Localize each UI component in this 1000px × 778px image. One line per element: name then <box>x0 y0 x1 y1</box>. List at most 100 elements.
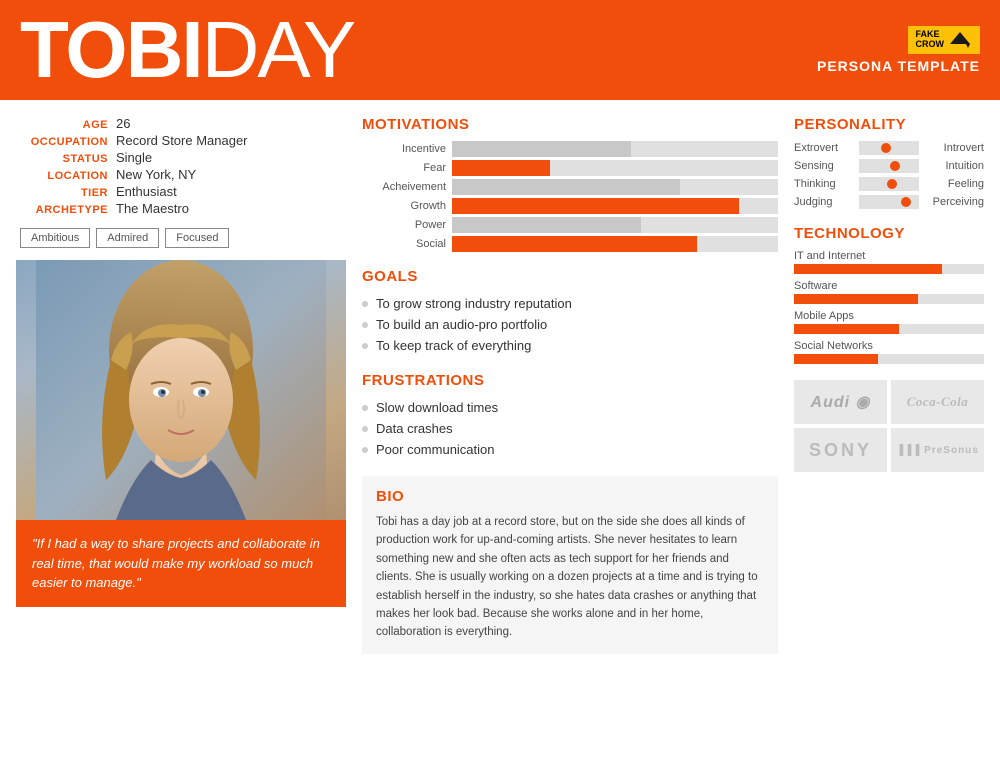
goal-item: To build an audio-pro portfolio <box>362 314 778 335</box>
archetype-value: The Maestro <box>116 201 189 216</box>
last-name: DAY <box>202 10 355 90</box>
personality-section: PERSONALITY Extrovert Introvert Sensing … <box>794 116 984 209</box>
motivation-label: Social <box>362 238 452 250</box>
tech-track <box>794 324 984 334</box>
tech-fill <box>794 294 918 304</box>
header: TOBI DAY FAKE CROW PERSONA TEMPLATE <box>0 0 1000 100</box>
occupation-label: OCCUPATION <box>16 136 116 148</box>
personality-slider-row: Judging Perceiving <box>794 195 984 209</box>
persona-label: PERSONA TEMPLATE <box>817 58 980 74</box>
age-row: AGE 26 <box>16 116 346 131</box>
tech-label: Social Networks <box>794 340 984 352</box>
slider-dot <box>881 143 891 153</box>
bio-section: BIO Tobi has a day job at a record store… <box>362 476 778 654</box>
tech-bar-row: Social Networks <box>794 340 984 364</box>
frustrations-title: FRUSTRATIONS <box>362 372 778 389</box>
motivation-bar-row: Acheivement <box>362 179 778 195</box>
brands-section: Audi ◉Coca-ColaSONY▐▐▐ PreSonus <box>794 380 984 472</box>
frustrations-list: Slow download timesData crashesPoor comm… <box>362 397 778 460</box>
bullet-dot <box>362 447 368 453</box>
motivation-fill <box>452 160 550 176</box>
tech-fill <box>794 264 942 274</box>
location-label: LOCATION <box>16 170 116 182</box>
bullet-dot <box>362 301 368 307</box>
motivation-track <box>452 179 778 195</box>
motivation-label: Fear <box>362 162 452 174</box>
profile-info: AGE 26 OCCUPATION Record Store Manager S… <box>16 116 346 216</box>
tag-item: Ambitious <box>20 228 90 248</box>
motivation-bar-row: Social <box>362 236 778 252</box>
main-content: AGE 26 OCCUPATION Record Store Manager S… <box>0 100 1000 670</box>
slider-left-label: Extrovert <box>794 142 859 154</box>
portrait-svg <box>36 260 326 520</box>
motivation-bar-row: Incentive <box>362 141 778 157</box>
motivation-track <box>452 160 778 176</box>
slider-track <box>859 195 919 209</box>
tag-item: Admired <box>96 228 159 248</box>
status-label: STATUS <box>16 153 116 165</box>
brand-logo: Coca-Cola <box>891 380 984 424</box>
goal-item: To grow strong industry reputation <box>362 293 778 314</box>
archetype-label: ARCHETYPE <box>16 204 116 216</box>
slider-right-label: Feeling <box>919 178 984 190</box>
goals-title: GOALS <box>362 268 778 285</box>
left-column: AGE 26 OCCUPATION Record Store Manager S… <box>16 116 346 654</box>
technology-section: TECHNOLOGY IT and Internet Software Mobi… <box>794 225 984 364</box>
slider-track <box>859 159 919 173</box>
location-row: LOCATION New York, NY <box>16 167 346 182</box>
goals-section: GOALS To grow strong industry reputation… <box>362 268 778 356</box>
tech-label: IT and Internet <box>794 250 984 262</box>
tech-label: Software <box>794 280 984 292</box>
archetype-row: ARCHETYPE The Maestro <box>16 201 346 216</box>
motivation-label: Power <box>362 219 452 231</box>
quote-box: "If I had a way to share projects and co… <box>16 520 346 607</box>
motivation-fill <box>452 217 641 233</box>
slider-left-label: Thinking <box>794 178 859 190</box>
goal-item: To keep track of everything <box>362 335 778 356</box>
tag-item: Focused <box>165 228 229 248</box>
bullet-dot <box>362 405 368 411</box>
brand-logo: ▐▐▐ PreSonus <box>891 428 984 472</box>
slider-left-label: Judging <box>794 196 859 208</box>
name-title: TOBI DAY <box>20 10 354 90</box>
bio-title: BIO <box>376 488 764 505</box>
motivations-section: MOTIVATIONS Incentive Fear Acheivement G… <box>362 116 778 252</box>
motivation-track <box>452 141 778 157</box>
tier-value: Enthusiast <box>116 184 177 199</box>
age-value: 26 <box>116 116 130 131</box>
tech-fill <box>794 354 878 364</box>
occupation-row: OCCUPATION Record Store Manager <box>16 133 346 148</box>
slider-track <box>859 141 919 155</box>
motivation-fill <box>452 236 697 252</box>
location-value: New York, NY <box>116 167 196 182</box>
slider-right-label: Introvert <box>919 142 984 154</box>
frustration-item: Data crashes <box>362 418 778 439</box>
quote-text: "If I had a way to share projects and co… <box>32 536 320 590</box>
status-row: STATUS Single <box>16 150 346 165</box>
tech-track <box>794 354 984 364</box>
tech-track <box>794 294 984 304</box>
bullet-dot <box>362 426 368 432</box>
bullet-dot <box>362 343 368 349</box>
frustration-item: Slow download times <box>362 397 778 418</box>
middle-column: MOTIVATIONS Incentive Fear Acheivement G… <box>362 116 778 654</box>
badge-text: FAKE CROW <box>916 30 945 50</box>
brand-logo: SONY <box>794 428 887 472</box>
motivations-title: MOTIVATIONS <box>362 116 778 133</box>
motivation-bar-row: Fear <box>362 160 778 176</box>
tier-row: TIER Enthusiast <box>16 184 346 199</box>
profile-photo <box>16 260 346 520</box>
fake-crow-badge: FAKE CROW <box>908 26 981 54</box>
slider-dot <box>890 161 900 171</box>
slider-dot <box>901 197 911 207</box>
personality-slider-row: Sensing Intuition <box>794 159 984 173</box>
frustration-item: Poor communication <box>362 439 778 460</box>
personality-title: PERSONALITY <box>794 116 984 133</box>
first-name: TOBI <box>20 10 202 90</box>
motivation-track <box>452 217 778 233</box>
goals-list: To grow strong industry reputationTo bui… <box>362 293 778 356</box>
personality-slider-row: Extrovert Introvert <box>794 141 984 155</box>
personality-slider-row: Thinking Feeling <box>794 177 984 191</box>
slider-right-label: Intuition <box>919 160 984 172</box>
tech-track <box>794 264 984 274</box>
